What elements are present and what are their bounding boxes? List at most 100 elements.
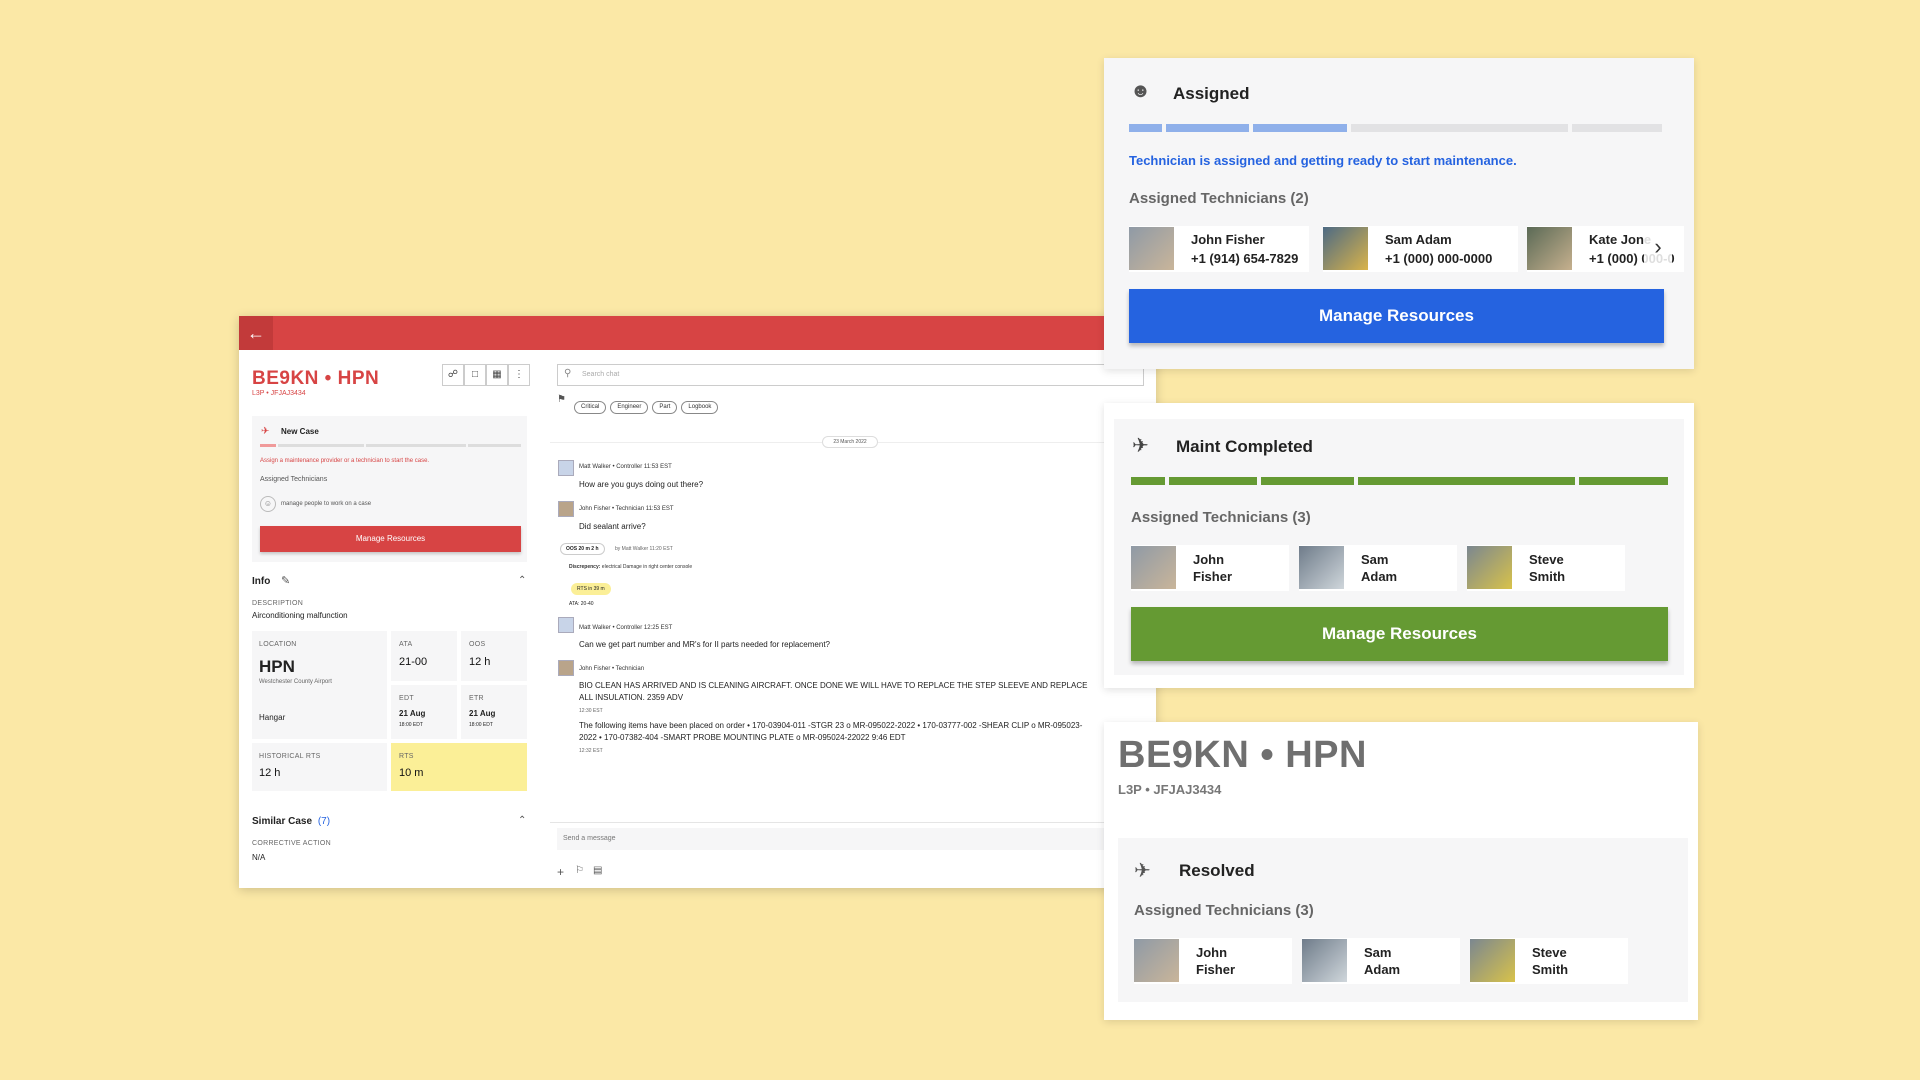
similar-case-title: Similar Case [252, 816, 313, 827]
chevron-right-icon[interactable]: › [1644, 232, 1672, 264]
progress-segment [1351, 124, 1568, 132]
tag-chip[interactable]: Logbook [681, 401, 719, 414]
similar-case-count[interactable]: (7) [318, 816, 330, 827]
document-icon[interactable]: ▤ [593, 865, 602, 876]
oos-chip: OOS 20 m 2 h [560, 543, 605, 555]
technician-card[interactable]: John Fisher [1134, 938, 1292, 984]
etr-tile: ETR 21 Aug 18:00 EDT [461, 685, 527, 739]
oos-label: OOS [469, 641, 486, 648]
avatar [1470, 939, 1515, 982]
technician-card[interactable]: Steve Smith [1467, 545, 1625, 591]
message-author: John Fisher • Technician 11:53 EST [579, 506, 674, 512]
edit-icon[interactable]: ✎ [281, 574, 290, 587]
technician-last-name: Fisher [1193, 569, 1233, 584]
ata-value: 21-00 [399, 656, 428, 668]
progress-segment [1129, 124, 1162, 132]
technician-card[interactable]: Sam Adam [1302, 938, 1460, 984]
date-separator: 23 March 2022 [822, 436, 878, 448]
status-title: New Case [281, 427, 319, 436]
location-name: Westchester County Airport [259, 679, 332, 685]
edt-time: 18:00 EDT [399, 722, 423, 728]
message-placeholder: Send a message [563, 835, 616, 842]
assigned-technicians-heading: Assigned Technicians (3) [1131, 509, 1311, 526]
assigned-label: Assigned Technicians [260, 476, 328, 483]
historical-rts-value: 12 h [259, 767, 281, 779]
technician-first-name: John [1193, 552, 1225, 567]
technician-card[interactable]: Sam Adam +1 (000) 000-0000 [1323, 226, 1518, 272]
rts-tile: RTS 10 m [391, 743, 527, 791]
technician-first-name: Steve [1529, 552, 1564, 567]
etr-time: 18:00 EDT [469, 722, 493, 728]
avatar [558, 501, 574, 517]
status-title: Maint Completed [1176, 437, 1313, 456]
technician-first-name: Sam [1361, 552, 1389, 567]
status-message: Technician is assigned and getting ready… [1129, 153, 1517, 168]
ata-label: ATA [399, 641, 413, 648]
case-title: BE9KN • HPN [1118, 734, 1367, 776]
location-code: HPN [259, 657, 295, 676]
technician-first-name: Steve [1532, 945, 1567, 960]
more-icon[interactable]: ⋮ [508, 364, 530, 386]
maint-completed-card: ✈ Maint Completed Assigned Technicians (… [1104, 403, 1694, 688]
progress-segment [278, 444, 364, 447]
technician-name: Sam Adam [1385, 232, 1452, 247]
chevron-up-icon[interactable]: ⌃ [518, 575, 526, 586]
status-message: Assign a maintenance provider or a techn… [260, 458, 430, 464]
historical-rts-tile: HISTORICAL RTS 12 h [252, 743, 387, 791]
technician-last-name: Fisher [1196, 962, 1236, 977]
technician-card[interactable]: Sam Adam [1299, 545, 1457, 591]
top-bar: ← [239, 316, 1156, 350]
technician-last-name: Smith [1532, 962, 1569, 977]
technician-name: Kate Jone [1589, 232, 1652, 247]
progress-segment [1253, 124, 1347, 132]
search-chat-box[interactable]: ⚲ Search chat [557, 364, 1144, 386]
location-label: LOCATION [259, 641, 297, 648]
location-tile: LOCATION HPN Westchester County Airport … [252, 631, 387, 739]
location-area: Hangar [259, 713, 286, 722]
message-author: Matt Walker • Controller 11:53 EST [579, 464, 672, 470]
avatar [558, 617, 574, 633]
message-input[interactable]: Send a message [557, 828, 1156, 850]
description-value: Airconditioning malfunction [252, 611, 348, 620]
discrepancy-label: Discrepency: [569, 564, 601, 570]
back-arrow-icon[interactable]: ← [239, 316, 273, 350]
tag-chip[interactable]: Engineer [610, 401, 649, 414]
progress-segment [1572, 124, 1662, 132]
search-icon: ⚲ [564, 368, 572, 379]
corrective-action-value: N/A [252, 853, 266, 862]
message-time: 12:30 EST [579, 708, 603, 714]
chevron-up-icon[interactable]: ⌃ [518, 815, 526, 826]
ata-tile: ATA 21-00 [391, 631, 457, 681]
message-time: 12:32 EST [579, 748, 603, 754]
map-icon[interactable]: ▦ [486, 364, 508, 386]
rts-label: RTS [399, 753, 414, 760]
oos-tile: OOS 12 h [461, 631, 527, 681]
tag-filter-row: Critical Engineer Part Logbook [574, 395, 722, 414]
status-card-new: ✈ New Case Assign a maintenance provider… [252, 416, 527, 562]
person-icon: ☺ [260, 496, 276, 512]
tag-chip[interactable]: Critical [574, 401, 607, 414]
technician-card[interactable]: John Fisher +1 (914) 654-7829 [1129, 226, 1309, 272]
technician-card[interactable]: Steve Smith [1470, 938, 1628, 984]
plus-icon[interactable]: + [557, 865, 564, 879]
folder-icon[interactable]: □ [464, 364, 486, 386]
divider [550, 822, 1156, 823]
edt-date: 21 Aug [399, 709, 426, 718]
flag-icon[interactable]: ⚐ [575, 865, 584, 876]
case-subtitle: L3P • JFJAJ3434 [252, 390, 306, 397]
case-title: BE9KN • HPN [252, 368, 380, 389]
avatar [558, 660, 574, 676]
empty-tech-text: manage people to work on a case [281, 501, 372, 507]
manage-resources-button[interactable]: Manage Resources [1129, 289, 1664, 343]
technician-card[interactable]: John Fisher [1131, 545, 1289, 591]
tag-chip[interactable]: Part [652, 401, 678, 414]
manage-resources-button[interactable]: Manage Resources [260, 526, 521, 552]
rts-value: 10 m [399, 767, 424, 779]
search-chat-placeholder: Search chat [582, 371, 620, 378]
etr-date: 21 Aug [469, 709, 496, 718]
case-details-pane: BE9KN • HPN L3P • JFJAJ3434 ☍ □ ▦ ⋮ ✈ Ne… [239, 350, 539, 888]
avatar [558, 460, 574, 476]
manage-resources-button[interactable]: Manage Resources [1131, 607, 1668, 661]
new-case-icon: ✈ [261, 426, 270, 437]
share-icon[interactable]: ☍ [442, 364, 464, 386]
